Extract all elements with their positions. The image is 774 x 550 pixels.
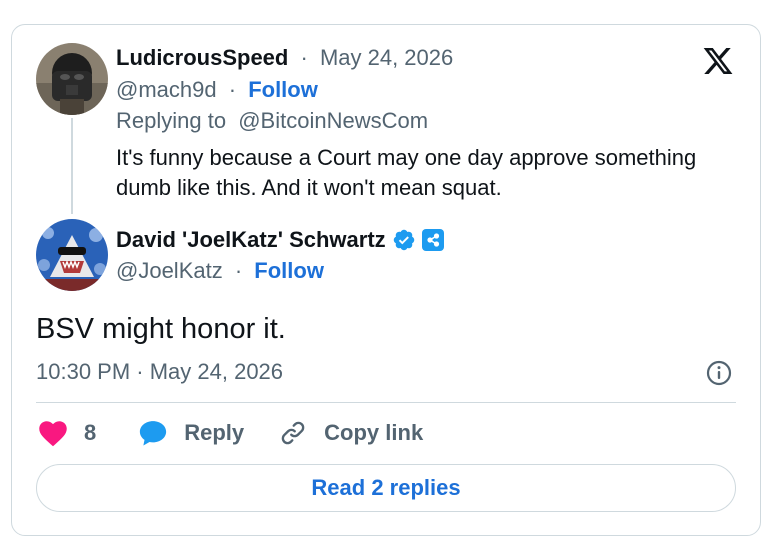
separator: · xyxy=(300,45,308,70)
link-icon xyxy=(281,421,305,445)
action-bar: 8 Reply Copy link xyxy=(38,417,423,449)
read-replies-button[interactable]: Read 2 replies xyxy=(36,464,736,512)
copy-link-label: Copy link xyxy=(324,420,424,445)
author-handle[interactable]: @JoelKatz xyxy=(116,258,223,283)
reply-label: Reply xyxy=(184,420,245,445)
like-count: 8 xyxy=(84,420,97,445)
replying-handle[interactable]: @BitcoinNewsCom xyxy=(238,108,428,133)
like-button[interactable]: 8 xyxy=(38,419,96,447)
reply-button[interactable]: Reply xyxy=(138,419,244,447)
replying-prefix: Replying to xyxy=(116,108,227,133)
parent-header: LudicrousSpeed · May 24, 2026 xyxy=(116,44,453,72)
separator: · xyxy=(234,258,243,283)
author-handle-row: @JoelKatz · Follow xyxy=(116,257,324,285)
avatar[interactable] xyxy=(36,43,108,115)
author-name[interactable]: LudicrousSpeed xyxy=(116,45,288,70)
author-handle[interactable]: @mach9d xyxy=(116,77,217,102)
avatar[interactable] xyxy=(36,219,108,291)
follow-button[interactable]: Follow xyxy=(254,258,324,283)
parent-tweet-text: It's funny because a Court may one day a… xyxy=(116,145,697,200)
tweet-date[interactable]: May 24, 2026 xyxy=(320,45,453,70)
affiliate-badge-icon[interactable] xyxy=(421,229,444,251)
info-icon[interactable] xyxy=(705,359,733,387)
reply-bubble-icon xyxy=(140,421,167,446)
separator: · xyxy=(228,77,237,102)
tweet-timestamp[interactable]: 10:30 PM · May 24, 2026 xyxy=(36,358,283,386)
heart-icon xyxy=(39,421,67,447)
copy-link-button[interactable]: Copy link xyxy=(278,419,423,447)
parent-handle-row: @mach9d · Follow xyxy=(116,76,318,104)
author-name[interactable]: David 'JoelKatz' Schwartz xyxy=(116,226,386,254)
replying-to: Replying to @BitcoinNewsCom xyxy=(116,107,428,135)
tweet-text: BSV might honor it. xyxy=(36,313,286,345)
thread-line xyxy=(71,118,73,214)
divider xyxy=(36,402,736,403)
follow-button[interactable]: Follow xyxy=(248,77,318,102)
verified-badge-icon xyxy=(393,229,414,251)
x-logo-icon[interactable] xyxy=(701,45,735,77)
author-header: David 'JoelKatz' Schwartz xyxy=(116,226,444,254)
